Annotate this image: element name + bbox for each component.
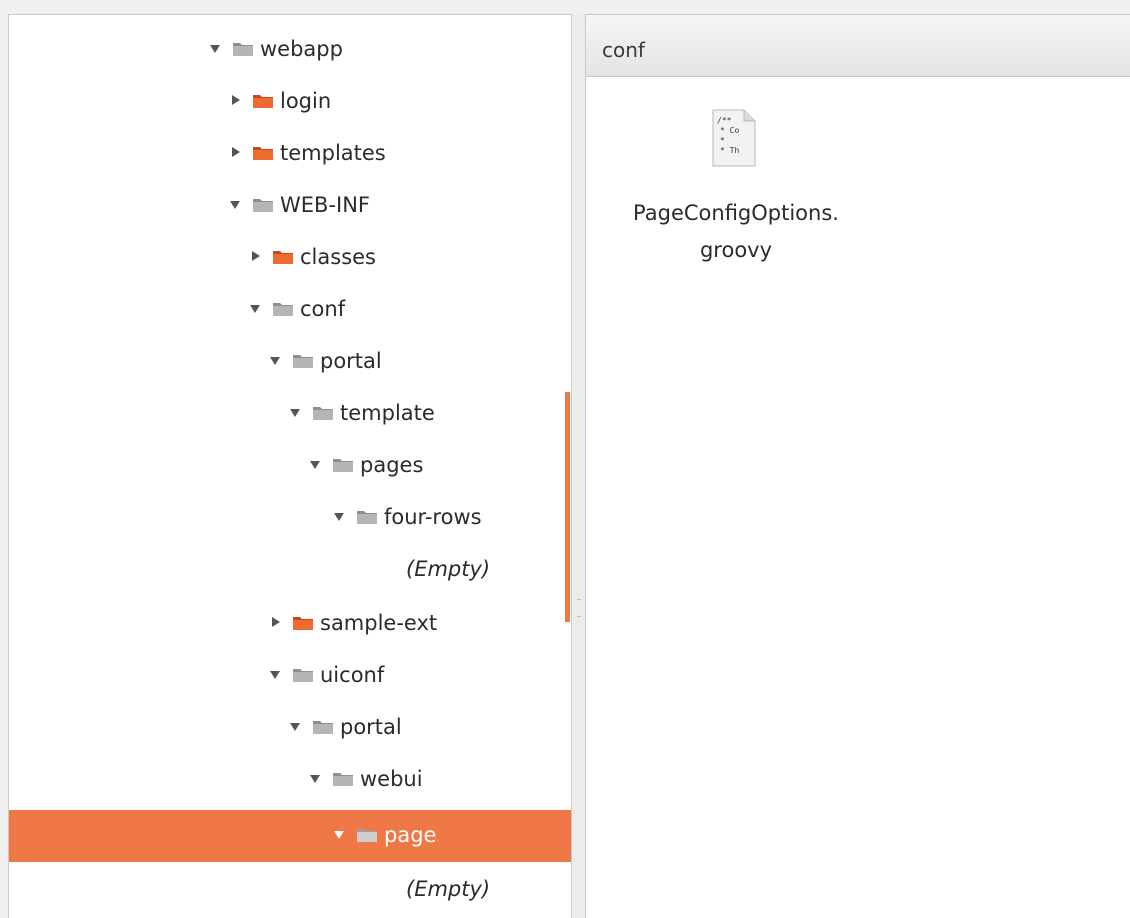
file-view[interactable]: conf /** * Co * * Th PageConfigOptions. … bbox=[585, 14, 1130, 918]
folder-icon bbox=[293, 669, 313, 682]
tree-item-sample-ext[interactable]: sample-ext bbox=[9, 598, 571, 650]
expand-arrow-icon[interactable] bbox=[310, 461, 320, 469]
tree-item-pages[interactable]: pages bbox=[9, 440, 571, 492]
folder-icon bbox=[253, 147, 273, 160]
expand-arrow-icon[interactable] bbox=[270, 671, 280, 679]
tree-item-label: pages bbox=[360, 453, 424, 477]
text-file-icon[interactable]: /** * Co * * Th bbox=[712, 109, 756, 167]
folder-icon bbox=[357, 511, 377, 524]
folder-icon bbox=[357, 829, 377, 842]
tree-item-label: sample-ext bbox=[320, 611, 438, 635]
tree-item-conf[interactable]: conf bbox=[9, 284, 571, 336]
tree-item-label: templates bbox=[280, 141, 386, 165]
collapse-arrow-icon[interactable] bbox=[272, 617, 280, 627]
folder-icon bbox=[273, 251, 293, 264]
tree-item-label: uiconf bbox=[320, 663, 385, 687]
expand-arrow-icon[interactable] bbox=[334, 831, 344, 839]
file-name: PageConfigOptions. groovy bbox=[606, 195, 866, 269]
tree-item-label: page bbox=[384, 823, 437, 847]
tree-item-portal[interactable]: portal bbox=[9, 336, 571, 388]
tree-item-login[interactable]: login bbox=[9, 76, 571, 128]
file-name-line: PageConfigOptions. bbox=[633, 201, 839, 225]
folder-icon bbox=[333, 459, 353, 472]
empty-placeholder: (Empty) bbox=[406, 557, 491, 581]
tree-item-page[interactable]: page bbox=[9, 810, 571, 862]
folder-icon bbox=[313, 721, 333, 734]
empty-placeholder: (Empty) bbox=[406, 877, 491, 901]
tree-item-label: template bbox=[340, 401, 435, 425]
file-preview-line: * Co bbox=[720, 126, 739, 135]
tree-item-classes[interactable]: classes bbox=[9, 232, 571, 284]
tree-item-empty: (Empty) bbox=[9, 864, 571, 916]
tree-item-label: portal bbox=[340, 715, 402, 739]
tree-item-uiconf[interactable]: uiconf bbox=[9, 650, 571, 702]
folder-icon bbox=[253, 199, 273, 212]
folder-icon bbox=[273, 303, 293, 316]
expand-arrow-icon[interactable] bbox=[270, 357, 280, 365]
file-item[interactable]: /** * Co * * Th PageConfigOptions. groov… bbox=[606, 95, 866, 285]
folder-icon bbox=[233, 43, 253, 56]
tree-item-template[interactable]: template bbox=[9, 388, 571, 440]
tree-item-webui[interactable]: webui bbox=[9, 754, 571, 806]
tree-item-web-inf[interactable]: WEB-INF bbox=[9, 180, 571, 232]
location-bar: conf bbox=[586, 15, 1130, 77]
folder-icon bbox=[313, 407, 333, 420]
file-preview-line: /** bbox=[717, 116, 732, 125]
expand-arrow-icon[interactable] bbox=[230, 201, 240, 209]
tree-item-label: webapp bbox=[260, 37, 343, 61]
current-folder-label: conf bbox=[602, 38, 645, 62]
tree-item-portal-2[interactable]: portal bbox=[9, 702, 571, 754]
splitter-grip-icon[interactable] bbox=[577, 599, 581, 617]
tree-item-label: WEB-INF bbox=[280, 193, 370, 217]
tree-item-label: login bbox=[280, 89, 332, 113]
file-manager-window: webapp login templates WEB-INF classes c… bbox=[0, 0, 1130, 918]
folder-icon bbox=[293, 617, 313, 630]
folder-icon bbox=[333, 773, 353, 786]
expand-arrow-icon[interactable] bbox=[290, 409, 300, 417]
collapse-arrow-icon[interactable] bbox=[252, 251, 260, 261]
tree-scrollbar[interactable] bbox=[565, 392, 570, 622]
expand-arrow-icon[interactable] bbox=[250, 305, 260, 313]
tree-item-label: portal bbox=[320, 349, 382, 373]
tree-item-label: conf bbox=[300, 297, 346, 321]
folder-tree[interactable]: webapp login templates WEB-INF classes c… bbox=[8, 14, 572, 918]
expand-arrow-icon[interactable] bbox=[334, 513, 344, 521]
folder-icon bbox=[293, 355, 313, 368]
file-preview-line: * bbox=[720, 136, 725, 145]
tree-item-label: webui bbox=[360, 767, 423, 791]
collapse-arrow-icon[interactable] bbox=[232, 95, 240, 105]
file-name-line: groovy bbox=[699, 238, 773, 262]
collapse-arrow-icon[interactable] bbox=[232, 147, 240, 157]
pane-splitter[interactable] bbox=[573, 14, 585, 918]
tree-item-label: four-rows bbox=[384, 505, 482, 529]
folder-icon bbox=[253, 95, 273, 108]
tree-item-four-rows[interactable]: four-rows bbox=[9, 492, 571, 544]
tree-item-empty: (Empty) bbox=[9, 544, 571, 596]
tree-item-label: classes bbox=[300, 245, 376, 269]
expand-arrow-icon[interactable] bbox=[210, 45, 220, 53]
tree-item-templates[interactable]: templates bbox=[9, 128, 571, 180]
expand-arrow-icon[interactable] bbox=[290, 723, 300, 731]
tree-item-webapp[interactable]: webapp bbox=[9, 24, 571, 76]
file-preview-line: * Th bbox=[720, 146, 739, 155]
expand-arrow-icon[interactable] bbox=[310, 775, 320, 783]
